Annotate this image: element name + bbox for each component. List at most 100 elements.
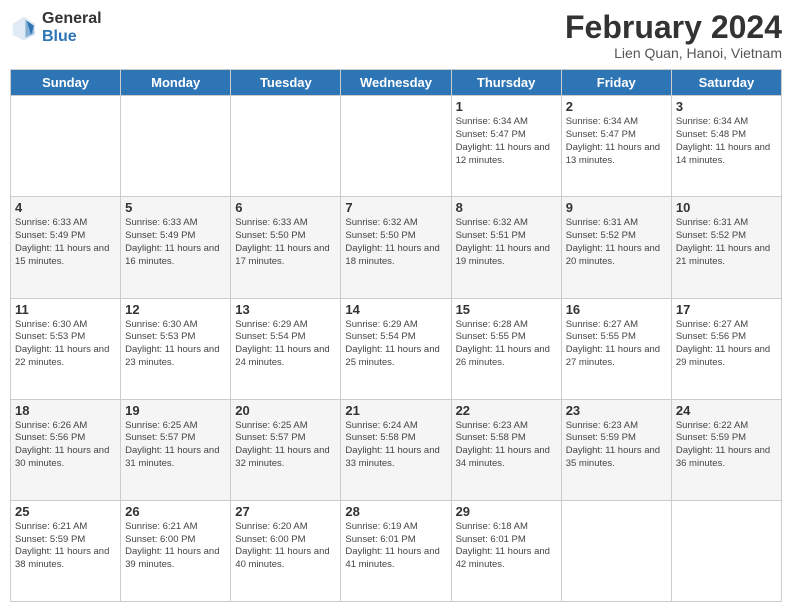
- day-info: Sunrise: 6:21 AMSunset: 5:59 PMDaylight:…: [15, 521, 116, 572]
- day-number: 23: [566, 403, 667, 418]
- calendar-week-1: 4 Sunrise: 6:33 AMSunset: 5:49 PMDaylight…: [11, 197, 782, 298]
- calendar-cell: [561, 500, 671, 601]
- day-info: Sunrise: 6:22 AMSunset: 5:59 PMDaylight:…: [676, 420, 777, 471]
- day-info: Sunrise: 6:29 AMSunset: 5:54 PMDaylight:…: [235, 319, 336, 370]
- calendar-cell: 5 Sunrise: 6:33 AMSunset: 5:49 PMDaylight…: [121, 197, 231, 298]
- calendar-cell: 10 Sunrise: 6:31 AMSunset: 5:52 PMDayligh…: [671, 197, 781, 298]
- day-number: 11: [15, 302, 116, 317]
- day-number: 12: [125, 302, 226, 317]
- location-subtitle: Lien Quan, Hanoi, Vietnam: [565, 45, 782, 61]
- calendar-cell: 13 Sunrise: 6:29 AMSunset: 5:54 PMDayligh…: [231, 298, 341, 399]
- calendar-cell: [121, 96, 231, 197]
- day-info: Sunrise: 6:31 AMSunset: 5:52 PMDaylight:…: [676, 217, 777, 268]
- day-info: Sunrise: 6:25 AMSunset: 5:57 PMDaylight:…: [125, 420, 226, 471]
- calendar-week-2: 11 Sunrise: 6:30 AMSunset: 5:53 PMDayligh…: [11, 298, 782, 399]
- weekday-header-sunday: Sunday: [11, 70, 121, 96]
- calendar-cell: 23 Sunrise: 6:23 AMSunset: 5:59 PMDayligh…: [561, 399, 671, 500]
- day-number: 13: [235, 302, 336, 317]
- calendar-cell: 14 Sunrise: 6:29 AMSunset: 5:54 PMDayligh…: [341, 298, 451, 399]
- day-number: 22: [456, 403, 557, 418]
- calendar-cell: 17 Sunrise: 6:27 AMSunset: 5:56 PMDayligh…: [671, 298, 781, 399]
- calendar-cell: 15 Sunrise: 6:28 AMSunset: 5:55 PMDayligh…: [451, 298, 561, 399]
- day-info: Sunrise: 6:34 AMSunset: 5:47 PMDaylight:…: [456, 116, 557, 167]
- day-number: 6: [235, 200, 336, 215]
- weekday-header-row: SundayMondayTuesdayWednesdayThursdayFrid…: [11, 70, 782, 96]
- day-info: Sunrise: 6:18 AMSunset: 6:01 PMDaylight:…: [456, 521, 557, 572]
- day-info: Sunrise: 6:31 AMSunset: 5:52 PMDaylight:…: [566, 217, 667, 268]
- day-info: Sunrise: 6:20 AMSunset: 6:00 PMDaylight:…: [235, 521, 336, 572]
- calendar-cell: 8 Sunrise: 6:32 AMSunset: 5:51 PMDaylight…: [451, 197, 561, 298]
- day-info: Sunrise: 6:34 AMSunset: 5:48 PMDaylight:…: [676, 116, 777, 167]
- day-number: 27: [235, 504, 336, 519]
- day-info: Sunrise: 6:32 AMSunset: 5:51 PMDaylight:…: [456, 217, 557, 268]
- day-number: 25: [15, 504, 116, 519]
- day-number: 10: [676, 200, 777, 215]
- day-info: Sunrise: 6:28 AMSunset: 5:55 PMDaylight:…: [456, 319, 557, 370]
- weekday-header-wednesday: Wednesday: [341, 70, 451, 96]
- day-info: Sunrise: 6:30 AMSunset: 5:53 PMDaylight:…: [125, 319, 226, 370]
- day-number: 15: [456, 302, 557, 317]
- calendar-week-4: 25 Sunrise: 6:21 AMSunset: 5:59 PMDayligh…: [11, 500, 782, 601]
- logo-icon: [10, 14, 38, 42]
- page: General Blue February 2024 Lien Quan, Ha…: [0, 0, 792, 612]
- calendar-table: SundayMondayTuesdayWednesdayThursdayFrid…: [10, 69, 782, 602]
- header: General Blue February 2024 Lien Quan, Ha…: [10, 10, 782, 61]
- day-number: 16: [566, 302, 667, 317]
- day-info: Sunrise: 6:23 AMSunset: 5:59 PMDaylight:…: [566, 420, 667, 471]
- calendar-cell: 20 Sunrise: 6:25 AMSunset: 5:57 PMDayligh…: [231, 399, 341, 500]
- day-number: 17: [676, 302, 777, 317]
- day-info: Sunrise: 6:30 AMSunset: 5:53 PMDaylight:…: [15, 319, 116, 370]
- day-info: Sunrise: 6:33 AMSunset: 5:49 PMDaylight:…: [15, 217, 116, 268]
- calendar-cell: 29 Sunrise: 6:18 AMSunset: 6:01 PMDayligh…: [451, 500, 561, 601]
- day-number: 19: [125, 403, 226, 418]
- calendar-cell: 19 Sunrise: 6:25 AMSunset: 5:57 PMDayligh…: [121, 399, 231, 500]
- weekday-header-saturday: Saturday: [671, 70, 781, 96]
- weekday-header-monday: Monday: [121, 70, 231, 96]
- day-info: Sunrise: 6:33 AMSunset: 5:49 PMDaylight:…: [125, 217, 226, 268]
- day-number: 24: [676, 403, 777, 418]
- day-number: 3: [676, 99, 777, 114]
- calendar-cell: 16 Sunrise: 6:27 AMSunset: 5:55 PMDayligh…: [561, 298, 671, 399]
- calendar-cell: 11 Sunrise: 6:30 AMSunset: 5:53 PMDayligh…: [11, 298, 121, 399]
- day-info: Sunrise: 6:25 AMSunset: 5:57 PMDaylight:…: [235, 420, 336, 471]
- day-info: Sunrise: 6:27 AMSunset: 5:56 PMDaylight:…: [676, 319, 777, 370]
- day-number: 9: [566, 200, 667, 215]
- calendar-cell: 24 Sunrise: 6:22 AMSunset: 5:59 PMDayligh…: [671, 399, 781, 500]
- day-number: 18: [15, 403, 116, 418]
- day-number: 8: [456, 200, 557, 215]
- day-info: Sunrise: 6:19 AMSunset: 6:01 PMDaylight:…: [345, 521, 446, 572]
- calendar-cell: [341, 96, 451, 197]
- day-info: Sunrise: 6:24 AMSunset: 5:58 PMDaylight:…: [345, 420, 446, 471]
- day-info: Sunrise: 6:21 AMSunset: 6:00 PMDaylight:…: [125, 521, 226, 572]
- calendar-cell: [11, 96, 121, 197]
- calendar-cell: 9 Sunrise: 6:31 AMSunset: 5:52 PMDaylight…: [561, 197, 671, 298]
- calendar-cell: [671, 500, 781, 601]
- calendar-cell: [231, 96, 341, 197]
- day-info: Sunrise: 6:29 AMSunset: 5:54 PMDaylight:…: [345, 319, 446, 370]
- title-block: February 2024 Lien Quan, Hanoi, Vietnam: [565, 10, 782, 61]
- day-info: Sunrise: 6:26 AMSunset: 5:56 PMDaylight:…: [15, 420, 116, 471]
- calendar-cell: 1Sunrise: 6:34 AMSunset: 5:47 PMDaylight…: [451, 96, 561, 197]
- day-info: Sunrise: 6:34 AMSunset: 5:47 PMDaylight:…: [566, 116, 667, 167]
- day-number: 20: [235, 403, 336, 418]
- day-number: 14: [345, 302, 446, 317]
- calendar-cell: 22Sunrise: 6:23 AMSunset: 5:58 PMDayligh…: [451, 399, 561, 500]
- day-number: 26: [125, 504, 226, 519]
- day-number: 21: [345, 403, 446, 418]
- calendar-cell: 2Sunrise: 6:34 AMSunset: 5:47 PMDaylight…: [561, 96, 671, 197]
- calendar-cell: 28 Sunrise: 6:19 AMSunset: 6:01 PMDayligh…: [341, 500, 451, 601]
- day-info: Sunrise: 6:33 AMSunset: 5:50 PMDaylight:…: [235, 217, 336, 268]
- calendar-cell: 25 Sunrise: 6:21 AMSunset: 5:59 PMDayligh…: [11, 500, 121, 601]
- day-number: 4: [15, 200, 116, 215]
- day-number: 29: [456, 504, 557, 519]
- calendar-cell: 3 Sunrise: 6:34 AMSunset: 5:48 PMDaylight…: [671, 96, 781, 197]
- calendar-cell: 6 Sunrise: 6:33 AMSunset: 5:50 PMDaylight…: [231, 197, 341, 298]
- weekday-header-friday: Friday: [561, 70, 671, 96]
- calendar-cell: 7Sunrise: 6:32 AMSunset: 5:50 PMDaylight…: [341, 197, 451, 298]
- calendar-cell: 21 Sunrise: 6:24 AMSunset: 5:58 PMDayligh…: [341, 399, 451, 500]
- calendar-week-3: 18 Sunrise: 6:26 AMSunset: 5:56 PMDayligh…: [11, 399, 782, 500]
- day-number: 28: [345, 504, 446, 519]
- calendar-cell: 12 Sunrise: 6:30 AMSunset: 5:53 PMDayligh…: [121, 298, 231, 399]
- day-info: Sunrise: 6:27 AMSunset: 5:55 PMDaylight:…: [566, 319, 667, 370]
- day-number: 5: [125, 200, 226, 215]
